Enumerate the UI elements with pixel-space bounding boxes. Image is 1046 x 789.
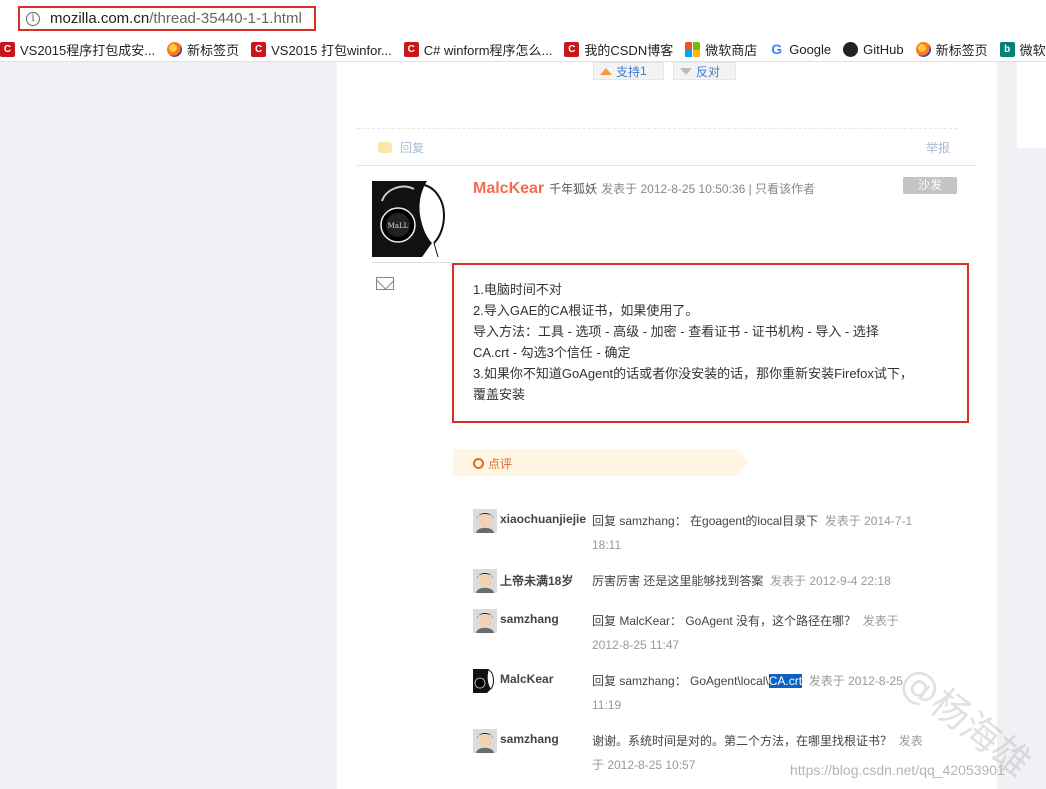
bookmark-item[interactable]: C VS2015 打包winfor... xyxy=(251,40,392,59)
post-body: 1.电脑时间不对 2.导入GAE的CA根证书，如果使用了。 导入方法：工具 - … xyxy=(452,263,969,423)
post-line: 导入方法：工具 - 选项 - 高级 - 加密 - 查看证书 - 证书机构 - 导… xyxy=(473,324,879,339)
oppose-label: 反对 xyxy=(696,64,721,79)
comment-time: 发表于 2012-9-4 22:18 xyxy=(770,574,891,588)
comment-item: 上帝未满18岁 厉害厉害 还是这里能够找到答案 发表于 2012-9-4 22:… xyxy=(473,569,943,597)
comment-user[interactable]: 上帝未满18岁 xyxy=(500,572,573,589)
comment-item: samzhang 回复 MalcKear： GoAgent 没有，这个路径在哪？… xyxy=(473,609,943,659)
comment-user[interactable]: MalcKear xyxy=(500,672,553,686)
user-avatar[interactable] xyxy=(473,569,497,593)
divider xyxy=(372,262,453,263)
bookmark-item[interactable]: C 我的CSDN博客 xyxy=(564,40,673,59)
support-count: 1 xyxy=(640,64,647,78)
comment-user[interactable]: samzhang xyxy=(500,732,559,746)
oppose-button[interactable]: 反对 xyxy=(673,62,736,80)
firefox-icon xyxy=(915,41,931,57)
bookmark-label: VS2015 打包winfor... xyxy=(271,42,392,58)
bookmark-label: 微软 xyxy=(1019,42,1046,58)
bookmark-item[interactable]: 新标签页 xyxy=(167,40,239,59)
bookmark-label: 微软商店 xyxy=(705,42,758,58)
post-line: CA.crt - 勾选3个信任 - 确定 xyxy=(473,345,631,360)
comment-user[interactable]: samzhang xyxy=(500,612,559,626)
post-header: MalcKear 千年狐妖 发表于 2012-8-25 10:50:36 | 只… xyxy=(473,180,815,198)
comment-item: MalcKear 回复 samzhang： GoAgent\local\CA.c… xyxy=(473,669,943,719)
user-avatar[interactable] xyxy=(473,509,497,533)
google-icon: G xyxy=(771,41,783,57)
address-bar[interactable]: i mozilla.com.cn/thread-35440-1-1.html xyxy=(18,6,316,31)
post-meta: 发表于 2012-8-25 10:50:36 | 只看该作者 xyxy=(601,182,816,196)
csdn-icon: C xyxy=(564,41,580,57)
svg-text:MaLL: MaLL xyxy=(388,222,409,230)
bookmark-label: GitHub xyxy=(863,41,904,57)
reply-link[interactable]: 回复 xyxy=(378,139,424,156)
post-line: 3.如果你不知道GoAgent的话或者你没安装的话，那你重新安装Firefox试… xyxy=(473,366,913,381)
csdn-icon: C xyxy=(0,41,15,57)
bookmark-label: C# winform程序怎么... xyxy=(423,42,553,58)
bing-icon: b xyxy=(999,41,1015,57)
divider xyxy=(357,128,957,129)
side-panel xyxy=(1017,62,1046,148)
post-line: 2.导入GAE的CA根证书，如果使用了。 xyxy=(473,303,699,318)
browser-toolbar: i mozilla.com.cn/thread-35440-1-1.html C… xyxy=(0,0,1046,62)
support-label: 支持 xyxy=(616,64,641,79)
comment-text: 厉害厉害 还是这里能够找到答案 发表于 2012-9-4 22:18 xyxy=(592,574,891,588)
reply-label: 回复 xyxy=(400,141,425,155)
comment-item: xiaochuanjiejie 回复 samzhang： 在goagent的lo… xyxy=(473,509,943,559)
author-name[interactable]: MalcKear xyxy=(473,180,544,198)
comments-label: 点评 xyxy=(488,457,513,471)
bookmark-label: 新标签页 xyxy=(187,42,240,58)
highlighted-text: CA.crt xyxy=(768,674,803,688)
url-path: /thread-35440-1-1.html xyxy=(149,10,302,27)
bookmark-label: Google xyxy=(789,41,832,57)
watermark-url: https://blog.csdn.net/qq_42053901 xyxy=(790,762,1005,778)
csdn-icon: C xyxy=(251,41,267,57)
comment-user[interactable]: xiaochuanjiejie xyxy=(500,512,586,526)
microsoft-icon xyxy=(685,41,701,57)
bookmark-item[interactable]: C VS2015程序打包成安... xyxy=(0,40,155,59)
arrow-down-icon xyxy=(680,67,692,75)
post-line: 覆盖安装 xyxy=(473,387,526,402)
bookmark-item[interactable]: b 微软 xyxy=(999,40,1046,59)
info-icon[interactable]: i xyxy=(26,11,40,26)
bookmark-item[interactable]: G Google xyxy=(769,41,832,57)
reply-icon xyxy=(378,142,392,153)
user-avatar[interactable] xyxy=(473,609,497,633)
comment-text: 回复 samzhang： 在goagent的local目录下 发表于 2014-… xyxy=(592,514,913,552)
support-button[interactable]: 支持 1 xyxy=(593,62,664,80)
floor-badge: 沙发 xyxy=(903,177,957,194)
mail-icon[interactable] xyxy=(376,277,394,290)
github-icon xyxy=(843,41,859,57)
bookmark-item[interactable]: GitHub xyxy=(843,41,904,57)
bookmark-label: 我的CSDN博客 xyxy=(584,42,674,58)
divider xyxy=(357,165,977,166)
bookmark-item[interactable]: 新标签页 xyxy=(915,40,988,59)
comment-text: 回复 MalcKear： GoAgent 没有，这个路径在哪？ 发表于 2012… xyxy=(592,614,899,652)
comment-ring-icon xyxy=(473,458,484,469)
author-rank: 千年狐妖 xyxy=(549,182,598,196)
author-avatar[interactable]: MaLL xyxy=(372,181,453,257)
bookmark-item[interactable]: C C# winform程序怎么... xyxy=(403,40,553,59)
user-avatar[interactable] xyxy=(473,669,497,693)
bookmarks-bar: C VS2015程序打包成安... 新标签页 C VS2015 打包winfor..… xyxy=(0,38,1046,60)
user-avatar[interactable] xyxy=(473,729,497,753)
bookmark-label: VS2015程序打包成安... xyxy=(20,42,156,58)
bookmark-item[interactable]: 微软商店 xyxy=(685,40,757,59)
report-link[interactable]: 举报 xyxy=(926,139,950,156)
comments-header: 点评 xyxy=(453,449,749,476)
comment-text: 回复 samzhang： GoAgent\local\CA.crt 发表于 20… xyxy=(592,674,903,712)
url-host: mozilla.com.cn xyxy=(50,10,150,27)
bookmark-label: 新标签页 xyxy=(935,42,988,58)
firefox-icon xyxy=(167,41,183,57)
arrow-up-icon xyxy=(600,67,612,75)
post-line: 1.电脑时间不对 xyxy=(473,282,562,297)
csdn-icon: C xyxy=(403,41,419,57)
